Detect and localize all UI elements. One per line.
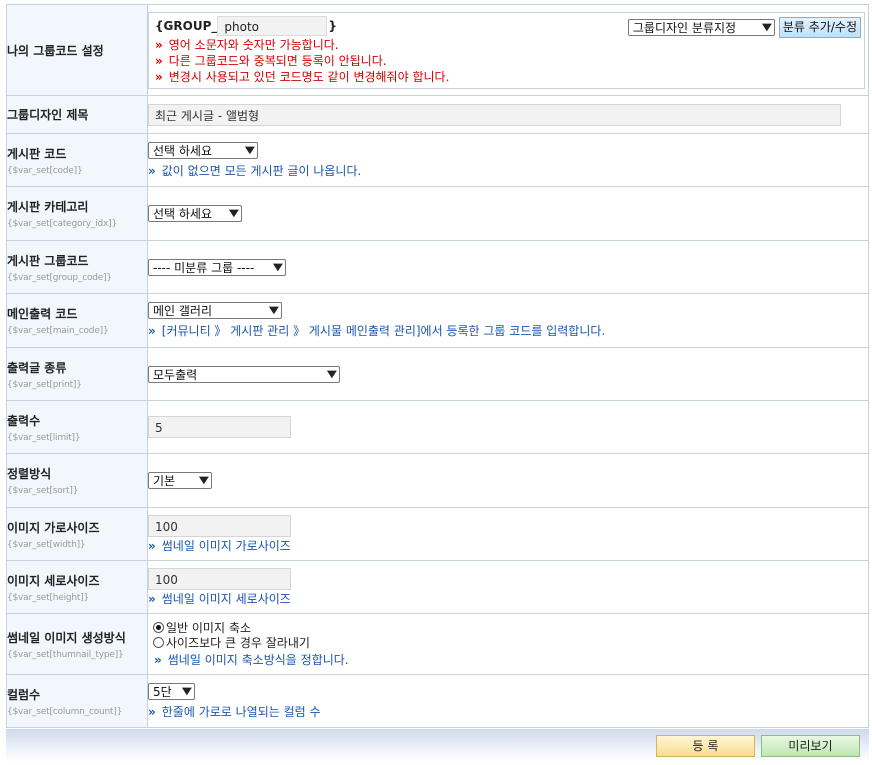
height-hint: » 썸네일 이미지 세로사이즈 [148,591,291,606]
board-group-select[interactable]: ---- 미분류 그룹 ---- ▼ [148,258,286,276]
preview-button[interactable]: 미리보기 [761,735,860,757]
group-code-input[interactable]: photo [217,15,328,36]
height-input[interactable]: 100 [148,567,291,590]
columns-select[interactable]: 5단 ▼ [148,682,195,700]
sort-label: 정렬방식 {$var_set[sort]} [6,453,148,508]
chevron-down-icon: ▼ [762,21,773,33]
group-code-cell: {GROUP_ photo } 그룹디자인 분류지정 ▼ 분류 추가/수정 » 영어… [147,4,869,96]
group-code-label: 나의 그룹코드 설정 [6,4,148,96]
print-type-select[interactable]: 모두출력 ▼ [148,365,340,383]
main-code-select[interactable]: 메인 갤러리 ▼ [148,302,282,319]
thumb-type-radio-shrink[interactable]: 일반 이미지 축소 [153,620,868,635]
main-code-hint: » [커뮤니티 》 게시판 관리 》 게시물 메인출력 관리]에서 등록한 그룹 … [148,324,606,338]
print-type-label: 출력글 종류 {$var_set[print]} [6,347,148,401]
columns-hint: » 한줄에 가로로 나열되는 컬럼 수 [148,704,321,719]
board-code-select[interactable]: 선택 하세요 ▼ [148,141,258,159]
board-group-label: 게시판 그룹코드 {$var_set[group_code]} [6,240,148,294]
radio-checked-icon [153,622,164,633]
group-code-suffix: } [328,18,337,33]
thumb-type-label: 썸네일 이미지 생성방식 {$var_set[thumnail_type]} [6,613,148,675]
height-label: 이미지 세로사이즈 {$var_set[height]} [6,560,148,614]
title-input[interactable]: 최근 게시글 - 앨범형 [148,103,841,126]
group-category-select[interactable]: 그룹디자인 분류지정 ▼ [627,18,775,36]
thumb-type-hint: » 썸네일 이미지 축소방식을 정합니다. [154,653,349,667]
warning-line: » 영어 소문자와 숫자만 가능합니다. [155,37,339,52]
width-label: 이미지 가로사이즈 {$var_set[width]} [6,507,148,561]
chevron-down-icon: ▼ [273,261,284,273]
chevron-down-icon: ▼ [327,368,338,380]
board-category-label: 게시판 카테고리 {$var_set[category_idx]} [6,186,148,241]
thumb-type-radio-crop[interactable]: 사이즈보다 큰 경우 잘라내기 [153,635,868,650]
board-code-label: 게시판 코드 {$var_set[code]} [6,133,148,187]
radio-unchecked-icon [153,637,164,648]
chevron-down-icon: ▼ [269,305,280,316]
sort-select[interactable]: 기본 ▼ [148,472,212,489]
chevron-down-icon: ▼ [229,208,240,219]
limit-input[interactable]: 5 [148,416,291,438]
limit-label: 출력수 {$var_set[limit]} [6,400,148,454]
group-code-prefix: {GROUP_ [155,18,218,33]
board-category-select[interactable]: 선택 하세요 ▼ [148,205,242,222]
category-add-edit-button[interactable]: 분류 추가/수정 [778,16,861,38]
width-hint: » 썸네일 이미지 가로사이즈 [148,538,291,553]
form-footer: 등 록 미리보기 [6,729,869,763]
register-button[interactable]: 등 록 [656,735,755,757]
chevron-down-icon: ▼ [182,685,193,697]
settings-form: 나의 그룹코드 설정 {GROUP_ photo } 그룹디자인 분류지정 ▼ 분… [6,4,869,728]
width-input[interactable]: 100 [148,514,291,537]
columns-label: 컬럼수 {$var_set[column_count]} [6,674,148,728]
warning-line: » 변경시 사용되고 있던 코드명도 같이 변경해줘야 합니다. [155,69,450,84]
main-code-label: 메인출력 코드 {$var_set[main_code]} [6,293,148,348]
title-label: 그룹디자인 제목 [6,95,148,134]
board-code-hint: » 값이 없으면 모든 게시판 글이 나옵니다. [148,163,362,178]
chevron-down-icon: ▼ [245,144,256,156]
group-code-box: {GROUP_ photo } 그룹디자인 분류지정 ▼ 분류 추가/수정 » 영어… [148,11,865,89]
warning-line: » 다른 그룹코드와 중복되면 등록이 안됩니다. [155,53,387,68]
chevron-down-icon: ▼ [199,475,210,486]
